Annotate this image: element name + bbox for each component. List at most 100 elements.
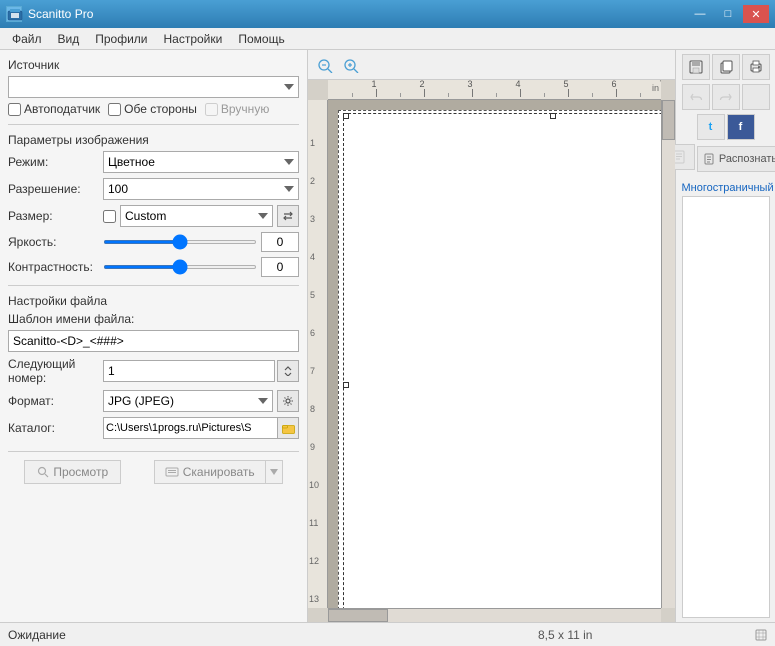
format-label: Формат: [8, 394, 103, 408]
both-sides-checkbox[interactable] [108, 103, 121, 116]
brightness-label: Яркость: [8, 235, 103, 249]
checkbox-both[interactable]: Обе стороны [108, 102, 197, 116]
contrast-label: Контрастность: [8, 260, 103, 274]
ruler-left: 1 2 3 4 5 6 7 8 9 10 11 12 13 14 [308, 100, 328, 608]
mode-select[interactable]: Цветное [103, 151, 299, 173]
twitter-button[interactable]: t [697, 114, 725, 140]
right-icons-row-4: Распознать [667, 144, 775, 172]
resolution-control: 100 [103, 178, 299, 200]
folder-label: Каталог: [8, 421, 103, 435]
preview-button[interactable]: Просмотр [24, 460, 121, 484]
zoom-fit-button[interactable] [314, 54, 336, 76]
brightness-row: Яркость: 0 [8, 232, 299, 252]
file-settings-section: Настройки файла Шаблон имени файла: Scan… [8, 294, 299, 439]
ruler-top: in 1 2 3 4 5 6 7 8 [328, 80, 661, 100]
right-icons-row-2 [682, 84, 770, 110]
checkbox-manual[interactable]: Вручную [205, 102, 269, 116]
minimize-button[interactable]: — [687, 5, 713, 23]
swap-button[interactable] [277, 205, 299, 227]
brightness-slider[interactable] [103, 240, 257, 244]
status-dimensions: 8,5 x 11 in [380, 628, 752, 642]
preview-area: in 1 2 3 4 5 6 7 8 [308, 80, 675, 622]
mode-row: Режим: Цветное [8, 151, 299, 173]
right-panel: t f Распознать Многостраничный [675, 50, 775, 622]
scan-canvas [338, 110, 661, 608]
folder-row-inner: C:\Users\1progs.ru\Pictures\S [103, 417, 299, 439]
template-label: Шаблон имени файла: [8, 312, 299, 326]
manual-checkbox[interactable] [205, 103, 218, 116]
title-bar: Scanitto Pro — □ ✕ [0, 0, 775, 28]
menu-file[interactable]: Файл [4, 30, 50, 48]
next-num-input[interactable] [103, 360, 275, 382]
menu-bar: Файл Вид Профили Настройки Помощь [0, 28, 775, 50]
empty-button-3[interactable] [742, 84, 770, 110]
vertical-scrollbar[interactable] [661, 100, 675, 608]
maximize-button[interactable]: □ [715, 5, 741, 23]
folder-row: Каталог: C:\Users\1progs.ru\Pictures\S [8, 417, 299, 439]
canvas-area[interactable] [328, 100, 661, 608]
contrast-slider-row: 0 [103, 257, 299, 277]
size-row-inner: Custom [103, 205, 299, 227]
zoom-actual-button[interactable] [340, 54, 362, 76]
menu-view[interactable]: Вид [50, 30, 88, 48]
preview-toolbar [308, 50, 675, 80]
num-with-btn [103, 360, 299, 382]
size-row: Размер: Custom [8, 205, 299, 227]
contrast-slider[interactable] [103, 265, 257, 269]
folder-browse-button[interactable] [277, 417, 299, 439]
left-panel: Источник Автоподатчик Обе стороны Вручну… [0, 50, 308, 622]
multipages-preview [682, 196, 770, 618]
menu-settings[interactable]: Настройки [156, 30, 231, 48]
resolution-select[interactable]: 100 [103, 178, 299, 200]
contrast-row: Контрастность: 0 [8, 257, 299, 277]
size-checkbox[interactable] [103, 210, 116, 223]
format-settings-button[interactable] [277, 390, 299, 412]
save-button[interactable] [682, 54, 710, 80]
format-row: Формат: JPG (JPEG) [8, 390, 299, 412]
recognize-button[interactable]: Распознать [697, 146, 775, 172]
copy-button[interactable] [712, 54, 740, 80]
undo-button[interactable] [682, 84, 710, 110]
brightness-control: 0 [103, 232, 299, 252]
folder-input[interactable]: C:\Users\1progs.ru\Pictures\S [103, 417, 277, 439]
checkboxes-row: Автоподатчик Обе стороны Вручную [8, 102, 299, 116]
app-icon [6, 6, 22, 22]
horizontal-scrollbar[interactable] [328, 608, 661, 622]
resolution-label: Разрешение: [8, 182, 103, 196]
redo-button[interactable] [712, 84, 740, 110]
main-content: Источник Автоподатчик Обе стороны Вручну… [0, 50, 775, 622]
format-control: JPG (JPEG) [103, 390, 299, 412]
source-select[interactable] [8, 76, 299, 98]
mode-label: Режим: [8, 155, 103, 169]
resolution-row: Разрешение: 100 [8, 178, 299, 200]
status-text: Ожидание [8, 628, 380, 642]
mode-control: Цветное [103, 151, 299, 173]
scan-dropdown-button[interactable] [265, 460, 283, 484]
source-section: Источник Автоподатчик Обе стороны Вручну… [8, 58, 299, 116]
status-right [751, 629, 767, 641]
scan-button[interactable]: Сканировать [154, 460, 265, 484]
right-icons-row-3: t f [697, 114, 755, 140]
menu-profiles[interactable]: Профили [87, 30, 155, 48]
menu-help[interactable]: Помощь [230, 30, 292, 48]
num-increment-button[interactable] [277, 360, 299, 382]
size-select[interactable]: Custom [120, 205, 273, 227]
facebook-button[interactable]: f [727, 114, 755, 140]
next-num-control [103, 360, 299, 382]
contrast-value[interactable]: 0 [261, 257, 299, 277]
action-buttons: Просмотр Сканировать [8, 451, 299, 484]
template-input[interactable]: Scanitto-<D>_<###> [8, 330, 299, 352]
right-icons-row-1 [682, 54, 770, 80]
format-select[interactable]: JPG (JPEG) [103, 390, 273, 412]
checkbox-auto[interactable]: Автоподатчик [8, 102, 100, 116]
scan-split: Сканировать [154, 460, 283, 484]
print-button[interactable] [742, 54, 770, 80]
divider-2 [8, 285, 299, 286]
close-button[interactable]: ✕ [743, 5, 769, 23]
size-control: Custom [103, 205, 299, 227]
brightness-value[interactable]: 0 [261, 232, 299, 252]
status-bar: Ожидание 8,5 x 11 in [0, 622, 775, 646]
title-bar-buttons: — □ ✕ [687, 5, 769, 23]
auto-feeder-checkbox[interactable] [8, 103, 21, 116]
ruler-top-content: in 1 2 3 4 5 6 7 8 [328, 80, 661, 97]
